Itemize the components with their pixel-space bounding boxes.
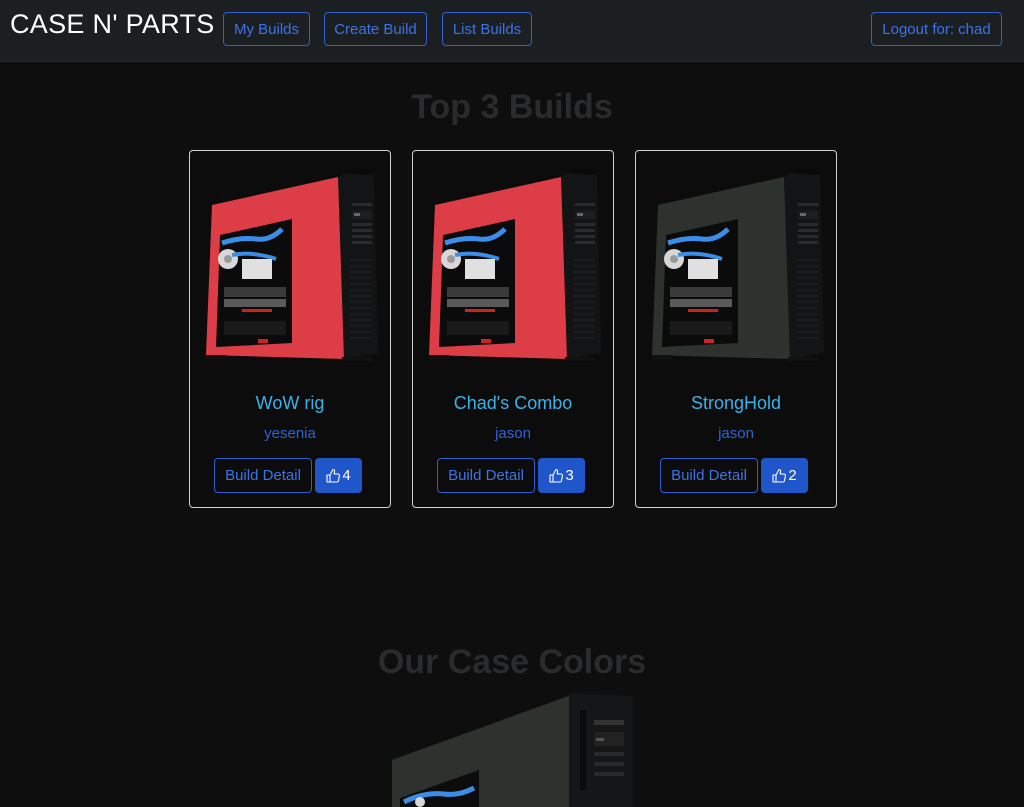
build-detail-button[interactable]: Build Detail	[660, 458, 758, 493]
thumbs-up-icon	[326, 468, 341, 483]
build-card: StrongHold jason Build Detail 2	[635, 150, 837, 508]
list-builds-button[interactable]: List Builds	[442, 12, 532, 46]
like-count: 3	[565, 467, 574, 484]
like-button[interactable]: 4	[315, 458, 362, 493]
build-card: Chad's Combo jason Build Detail 3	[412, 150, 614, 508]
like-count: 2	[788, 467, 797, 484]
create-build-button[interactable]: Create Build	[324, 12, 427, 46]
build-author[interactable]: jason	[636, 425, 836, 442]
case-image	[652, 167, 824, 361]
build-author[interactable]: jason	[413, 425, 613, 442]
my-builds-button[interactable]: My Builds	[223, 12, 310, 46]
build-detail-button[interactable]: Build Detail	[437, 458, 535, 493]
build-name[interactable]: Chad's Combo	[413, 393, 613, 414]
like-button[interactable]: 3	[538, 458, 585, 493]
case-color-image	[392, 690, 634, 807]
top-builds-heading: Top 3 Builds	[411, 88, 613, 126]
like-button[interactable]: 2	[761, 458, 808, 493]
case-image	[429, 167, 601, 361]
top-navbar: CASE N' PARTS My Builds Create Build Lis…	[0, 0, 1024, 62]
build-detail-button[interactable]: Build Detail	[214, 458, 312, 493]
build-card: WoW rig yesenia Build Detail 4	[189, 150, 391, 508]
case-image	[206, 167, 378, 361]
build-name[interactable]: WoW rig	[190, 393, 390, 414]
like-count: 4	[342, 467, 351, 484]
logout-button[interactable]: Logout for: chad	[871, 12, 1002, 46]
build-name[interactable]: StrongHold	[636, 393, 836, 414]
thumbs-up-icon	[772, 468, 787, 483]
case-colors-heading: Our Case Colors	[377, 643, 647, 681]
build-author[interactable]: yesenia	[190, 425, 390, 442]
brand-logo[interactable]: CASE N' PARTS	[10, 9, 215, 40]
thumbs-up-icon	[549, 468, 564, 483]
